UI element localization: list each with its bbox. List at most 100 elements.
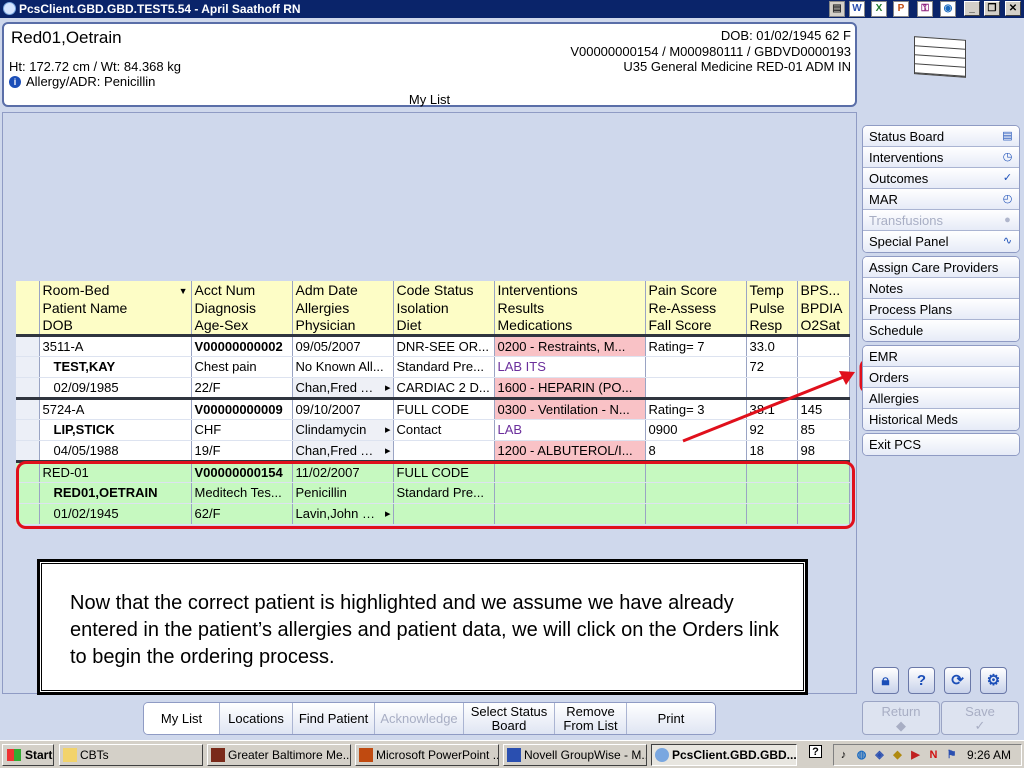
globe-icon[interactable]: ◉ — [940, 1, 956, 17]
column-header[interactable]: Pain Score — [645, 281, 747, 299]
remove-from-list-button[interactable]: Remove From List — [555, 703, 627, 734]
results-cell[interactable]: LAB — [494, 419, 646, 441]
allergy-line[interactable]: i Allergy/ADR: Penicillin — [9, 74, 155, 89]
sidebar-item-status-board[interactable]: Status Board ▤ — [863, 126, 1019, 147]
key-icon[interactable]: ⚿ — [917, 1, 933, 17]
results-cell[interactable]: LAB ITS — [494, 356, 646, 378]
novell-icon[interactable]: N — [927, 749, 940, 762]
print-button[interactable]: Print — [627, 703, 715, 734]
column-header[interactable]: Code Status — [393, 281, 495, 299]
resp-cell — [746, 377, 798, 399]
refresh-icon[interactable]: ⟳ — [944, 667, 971, 694]
sidebar-item-mar[interactable]: MAR ◴ — [863, 189, 1019, 210]
column-header[interactable]: Adm Date — [292, 281, 394, 299]
sidebar-item-outcomes[interactable]: Outcomes ✓ — [863, 168, 1019, 189]
locations-button[interactable]: Locations — [220, 703, 293, 734]
table-row[interactable]: TEST,KAY Chest pain No Known All... Stan… — [16, 356, 850, 378]
word-icon[interactable]: W — [849, 1, 865, 17]
speaker-icon[interactable]: ♪ — [837, 749, 850, 762]
column-header[interactable]: Pulse — [746, 299, 798, 317]
patient-name: Red01,Oetrain — [11, 28, 122, 47]
minimize-button[interactable]: _ — [964, 1, 980, 16]
table-row-selected[interactable]: RED01,OETRAIN Meditech Tes... Penicillin… — [16, 482, 850, 504]
powerpoint-icon[interactable]: P — [893, 1, 909, 17]
table-row-selected[interactable]: RED-01 V00000000154 11/02/2007 FULL CODE — [16, 459, 850, 483]
table-row[interactable]: 02/09/1985 22/F Chan,Fred T ... CARDIAC … — [16, 377, 850, 399]
bps-cell — [797, 459, 850, 483]
physician-cell[interactable]: Lavin,John G ... — [292, 503, 394, 525]
interventions-cell[interactable] — [494, 459, 646, 483]
settings-icon[interactable]: ⚙ — [980, 667, 1007, 694]
task-cbts[interactable]: CBTs — [59, 744, 203, 766]
sidebar-item-exit-pcs[interactable]: Exit PCS — [863, 434, 1019, 455]
results-cell[interactable] — [494, 482, 646, 504]
sidebar-item-special-panel[interactable]: Special Panel ∿ — [863, 231, 1019, 252]
interventions-cell[interactable]: 0200 - Restraints, M... — [494, 333, 646, 357]
column-header[interactable]: Acct Num — [191, 281, 293, 299]
column-header[interactable]: Age-Sex — [191, 317, 293, 335]
table-row[interactable]: 5724-A V00000000009 09/10/2007 FULL CODE… — [16, 396, 850, 420]
column-header[interactable]: BPS... — [797, 281, 850, 299]
restore-button[interactable]: ❐ — [984, 1, 1000, 16]
column-header[interactable]: Results — [494, 299, 646, 317]
column-header[interactable]: O2Sat — [797, 317, 850, 335]
interventions-cell[interactable]: 0300 - Ventilation - N... — [494, 396, 646, 420]
column-header[interactable]: Interventions — [494, 281, 646, 299]
book-icon[interactable]: ▤ — [829, 1, 845, 17]
allergies-cell[interactable]: Clindamycin — [292, 419, 394, 441]
allergy-text: Allergy/ADR: Penicillin — [26, 74, 156, 89]
column-header[interactable]: Fall Score — [645, 317, 747, 335]
excel-icon[interactable]: X — [871, 1, 887, 17]
task-greater-baltimore[interactable]: Greater Baltimore Me... — [207, 744, 351, 766]
medications-cell[interactable] — [494, 503, 646, 525]
flag-icon[interactable]: ⚑ — [945, 749, 958, 762]
sidebar-item-interventions[interactable]: Interventions ◷ — [863, 147, 1019, 168]
task-powerpoint[interactable]: Microsoft PowerPoint ... — [355, 744, 499, 766]
start-button[interactable]: Start — [2, 744, 54, 766]
column-header[interactable]: Patient Name — [39, 299, 192, 317]
find-patient-button[interactable]: Find Patient — [293, 703, 375, 734]
help-icon[interactable]: ? — [809, 745, 822, 758]
column-header[interactable]: Medications — [494, 317, 646, 335]
sidebar-item-schedule[interactable]: Schedule — [863, 320, 1019, 341]
physician-cell[interactable]: Chan,Fred T ... — [292, 440, 394, 462]
sidebar-item-process-plans[interactable]: Process Plans — [863, 299, 1019, 320]
task-pcsclient[interactable]: PcsClient.GBD.GBD.... — [651, 744, 797, 766]
lock-icon[interactable]: 🔒︎ — [872, 667, 899, 694]
network-icon[interactable]: ◍ — [855, 749, 868, 762]
physician-cell[interactable]: Chan,Fred T ... — [292, 377, 394, 399]
column-header[interactable]: Diagnosis — [191, 299, 293, 317]
task-groupwise[interactable]: Novell GroupWise - M... — [503, 744, 647, 766]
arrow-icon[interactable]: ▶ — [909, 749, 922, 762]
medications-cell[interactable]: 1600 - HEPARIN (PO... — [494, 377, 646, 399]
table-row[interactable]: LIP,STICK CHF Clindamycin Contact LAB 09… — [16, 419, 850, 441]
close-button[interactable]: ✕ — [1005, 1, 1021, 16]
column-header[interactable]: Allergies — [292, 299, 394, 317]
sidebar-item-assign-care-providers[interactable]: Assign Care Providers — [863, 257, 1019, 278]
column-header[interactable]: Physician — [292, 317, 394, 335]
column-header[interactable]: BPDIA — [797, 299, 850, 317]
my-list-button[interactable]: My List — [144, 703, 220, 734]
sidebar-item-emr[interactable]: EMR — [863, 346, 1019, 367]
tool-icon[interactable]: ◆ — [891, 749, 904, 762]
column-header[interactable]: Isolation — [393, 299, 495, 317]
column-header[interactable]: Temp — [746, 281, 798, 299]
column-header[interactable]: DOB — [39, 317, 192, 335]
select-status-board-button[interactable]: Select Status Board — [464, 703, 555, 734]
sidebar-item-historical-meds[interactable]: Historical Meds — [863, 409, 1019, 430]
sidebar-item-orders[interactable]: Orders — [863, 367, 1019, 388]
column-header[interactable]: Re-Assess — [645, 299, 747, 317]
column-header[interactable]: Diet — [393, 317, 495, 335]
column-header[interactable]: Resp — [746, 317, 798, 335]
sidebar-item-allergies[interactable]: Allergies — [863, 388, 1019, 409]
table-row[interactable]: 04/05/1988 19/F Chan,Fred T ... 1200 - A… — [16, 440, 850, 462]
diet-cell: CARDIAC 2 D... — [393, 377, 495, 399]
sort-caret-icon[interactable]: ▼ — [179, 286, 188, 296]
sidebar-item-notes[interactable]: Notes — [863, 278, 1019, 299]
medications-cell[interactable]: 1200 - ALBUTEROL/I... — [494, 440, 646, 462]
help-icon[interactable]: ? — [908, 667, 935, 694]
shield-icon[interactable]: ◈ — [873, 749, 886, 762]
table-row-selected[interactable]: 01/02/1945 62/F Lavin,John G ... — [16, 503, 850, 525]
table-row[interactable]: 3511-A V00000000002 09/05/2007 DNR-SEE O… — [16, 333, 850, 357]
column-header[interactable]: Room-Bed ▼ — [39, 281, 192, 299]
